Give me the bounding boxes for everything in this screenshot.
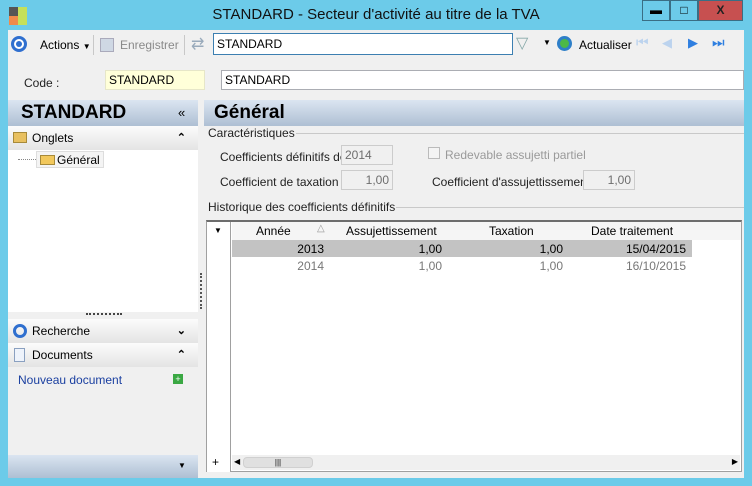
maximize-button[interactable]: □ bbox=[670, 0, 698, 21]
title-bar: STANDARD - Secteur d'activité au titre d… bbox=[0, 0, 752, 30]
assuj-label: Coefficient d'assujettissement : bbox=[432, 175, 597, 189]
table-row[interactable]: 2014 1,00 1,00 16/10/2015 bbox=[232, 257, 692, 274]
target-icon[interactable] bbox=[11, 36, 27, 52]
save-icon bbox=[100, 38, 114, 52]
divider bbox=[396, 207, 744, 208]
section-recherche[interactable]: Recherche ⌄ bbox=[8, 319, 198, 343]
next-record-icon[interactable]: ▶ bbox=[688, 35, 698, 51]
open-folder-icon bbox=[40, 155, 55, 165]
window-title: STANDARD - Secteur d'activité au titre d… bbox=[212, 6, 540, 23]
actions-menu[interactable]: Actions ▼ bbox=[40, 37, 91, 55]
scroll-thumb[interactable]: ||| bbox=[243, 457, 313, 468]
refresh-icon bbox=[557, 36, 572, 51]
historique-legend: Historique des coefficients définitifs bbox=[208, 200, 396, 214]
history-grid: ▼ Année △ Assujettissement Taxation Date… bbox=[206, 220, 742, 472]
collapse-sidebar-button[interactable]: « bbox=[178, 105, 185, 120]
cell-assujettissement: 1,00 bbox=[418, 259, 442, 273]
page-title: Général bbox=[214, 102, 285, 123]
sidebar-header: STANDARD « bbox=[8, 100, 198, 126]
search-input[interactable] bbox=[213, 33, 513, 55]
row-indicator-column: ▼ bbox=[207, 222, 231, 472]
tree-item-general[interactable]: Général bbox=[36, 151, 104, 168]
minimize-button[interactable]: ▬ bbox=[642, 0, 670, 21]
separator bbox=[184, 35, 185, 55]
refresh-button[interactable]: Actualiser bbox=[579, 37, 632, 53]
add-icon[interactable]: + bbox=[173, 374, 183, 384]
chevron-up-icon[interactable]: ⌃ bbox=[177, 131, 186, 144]
horizontal-scrollbar[interactable]: + ◀ ||| ▶ bbox=[212, 455, 740, 470]
column-header-date[interactable]: Date traitement bbox=[591, 224, 673, 238]
dropdown-arrow-icon: ▼ bbox=[82, 42, 91, 51]
cell-taxation: 1,00 bbox=[539, 259, 563, 273]
column-chooser-icon[interactable]: ▼ bbox=[214, 226, 222, 235]
tabs-tree: Général bbox=[8, 150, 198, 312]
grid-header: Année △ Assujettissement Taxation Date t… bbox=[232, 222, 741, 240]
column-header-annee[interactable]: Année bbox=[256, 224, 291, 238]
scroll-left-icon[interactable]: ◀ bbox=[234, 457, 240, 466]
add-row-icon[interactable]: + bbox=[212, 455, 226, 469]
assuj-input[interactable] bbox=[583, 170, 635, 190]
recherche-label: Recherche bbox=[32, 324, 91, 338]
page-header: Général bbox=[204, 100, 744, 126]
column-header-assujettissement[interactable]: Assujettissement bbox=[346, 224, 437, 238]
chevron-down-icon[interactable]: ⌄ bbox=[177, 324, 186, 337]
cell-annee: 2014 bbox=[297, 259, 324, 273]
tree-line bbox=[18, 159, 36, 160]
close-button[interactable]: X bbox=[698, 0, 743, 21]
cell-date: 15/04/2015 bbox=[625, 242, 686, 256]
new-document-link[interactable]: Nouveau document bbox=[18, 373, 122, 387]
column-header-taxation[interactable]: Taxation bbox=[489, 224, 534, 238]
separator bbox=[93, 35, 94, 55]
cell-date: 16/10/2015 bbox=[625, 259, 686, 273]
document-icon bbox=[14, 348, 25, 362]
taxation-input[interactable] bbox=[341, 170, 393, 190]
previous-record-icon[interactable]: ◀ bbox=[662, 35, 672, 51]
taxation-label: Coefficient de taxation : bbox=[220, 175, 346, 189]
sidebar-footer: ▼ bbox=[8, 455, 198, 478]
chevron-up-icon[interactable]: ⌃ bbox=[177, 348, 186, 361]
search-target-icon bbox=[13, 324, 27, 338]
scroll-right-icon[interactable]: ▶ bbox=[732, 457, 738, 466]
sync-icon[interactable]: ⇄ bbox=[191, 34, 204, 54]
first-record-icon[interactable]: ⏮ bbox=[636, 34, 649, 51]
client-area: Actions ▼ Enregistrer ⇄ ▽ ▼ Actualiser ⏮… bbox=[8, 30, 744, 478]
caracteristiques-legend: Caractéristiques bbox=[208, 126, 295, 140]
sort-ascending-icon: △ bbox=[317, 223, 325, 234]
documents-label: Documents bbox=[32, 348, 93, 362]
code-label: Code : bbox=[24, 76, 60, 90]
cell-taxation: 1,00 bbox=[539, 242, 563, 256]
code-input[interactable] bbox=[105, 70, 205, 90]
dropdown-arrow-icon[interactable]: ▼ bbox=[178, 461, 186, 470]
section-documents[interactable]: Documents ⌃ bbox=[8, 343, 198, 367]
redevable-checkbox[interactable] bbox=[428, 147, 440, 159]
actions-label: Actions bbox=[40, 38, 80, 52]
filter-dropdown-icon[interactable]: ▼ bbox=[543, 38, 551, 47]
cell-assujettissement: 1,00 bbox=[418, 242, 442, 256]
coef-def-label: Coefficients définitifs de : bbox=[220, 150, 354, 164]
splitter-grip[interactable] bbox=[86, 313, 122, 315]
code-description-input[interactable] bbox=[221, 70, 744, 90]
cell-annee: 2013 bbox=[297, 242, 324, 256]
save-button[interactable]: Enregistrer bbox=[120, 37, 179, 53]
table-row[interactable]: 2013 1,00 1,00 15/04/2015 bbox=[232, 240, 692, 257]
vertical-splitter[interactable] bbox=[200, 273, 202, 309]
onglets-label: Onglets bbox=[32, 131, 74, 145]
folder-icon bbox=[13, 132, 27, 143]
last-record-icon[interactable]: ⏭ bbox=[712, 34, 725, 51]
filter-icon[interactable]: ▽ bbox=[516, 33, 528, 53]
sidebar: STANDARD « Onglets ⌃ Général Recherche ⌄… bbox=[8, 100, 198, 478]
divider bbox=[296, 133, 744, 134]
sidebar-title: STANDARD bbox=[21, 102, 127, 123]
redevable-label: Redevable assujetti partiel bbox=[445, 148, 586, 162]
tree-item-label: Général bbox=[57, 153, 100, 167]
section-onglets[interactable]: Onglets ⌃ bbox=[8, 126, 198, 150]
coef-def-input[interactable] bbox=[341, 145, 393, 165]
